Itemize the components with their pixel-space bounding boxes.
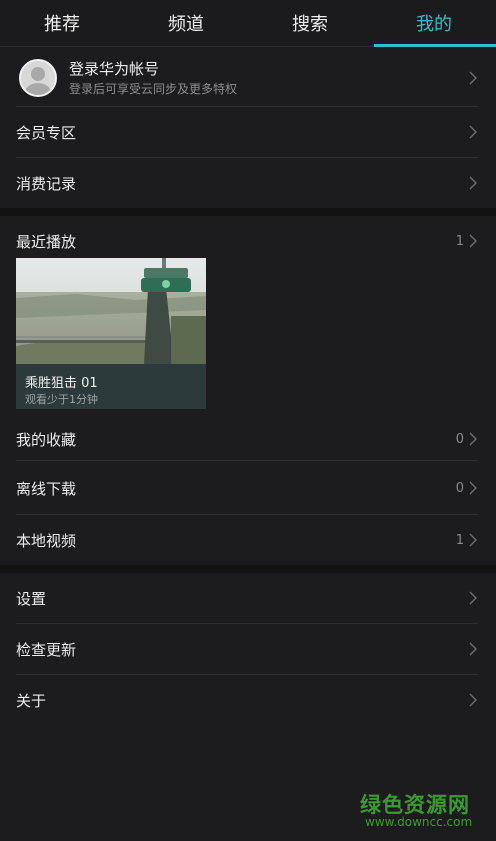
- member-zone-row[interactable]: 会员专区: [16, 116, 478, 148]
- chevron-right-icon: [468, 642, 478, 656]
- video-thumbnail: [16, 258, 206, 364]
- local-videos-label: 本地视频: [16, 531, 77, 550]
- tab-mine[interactable]: 我的: [372, 0, 496, 46]
- recent-play-row[interactable]: 最近播放 1: [16, 225, 478, 257]
- offline-downloads-count: 0: [455, 480, 464, 496]
- watermark-url: www.downcc.com: [365, 815, 473, 829]
- tab-channels[interactable]: 频道: [124, 0, 248, 46]
- divider: [16, 106, 478, 107]
- chevron-right-icon: [468, 71, 478, 85]
- account-login-row[interactable]: 登录华为帐号 登录后可享受云同步及更多特权: [16, 56, 478, 100]
- chevron-right-icon: [468, 234, 478, 248]
- about-row[interactable]: 关于: [16, 684, 478, 716]
- about-label: 关于: [16, 691, 47, 710]
- chevron-right-icon: [468, 432, 478, 446]
- member-zone-label: 会员专区: [16, 123, 77, 142]
- favorites-row[interactable]: 我的收藏 0: [16, 423, 478, 455]
- top-tab-bar: 推荐 频道 搜索 我的: [0, 0, 496, 47]
- video-watch-progress: 观看少于1分钟: [25, 393, 98, 406]
- account-title: 登录华为帐号: [69, 59, 160, 78]
- recent-play-label: 最近播放: [16, 232, 77, 251]
- local-videos-row[interactable]: 本地视频 1: [16, 524, 478, 556]
- section-gap: [0, 208, 496, 216]
- active-tab-indicator: [374, 44, 496, 47]
- purchase-history-row[interactable]: 消费记录: [16, 167, 478, 199]
- chevron-right-icon: [468, 533, 478, 547]
- divider: [16, 157, 478, 158]
- divider: [16, 460, 478, 461]
- chevron-right-icon: [468, 693, 478, 707]
- purchase-history-label: 消费记录: [16, 174, 77, 193]
- avatar-icon: [19, 59, 57, 97]
- video-title: 乘胜狙击 01: [25, 376, 98, 391]
- section-gap: [0, 565, 496, 573]
- tab-recommend[interactable]: 推荐: [0, 0, 124, 46]
- chevron-right-icon: [468, 176, 478, 190]
- tab-search[interactable]: 搜索: [248, 0, 372, 46]
- recent-play-count: 1: [455, 233, 464, 249]
- settings-label: 设置: [16, 589, 47, 608]
- offline-downloads-row[interactable]: 离线下载 0: [16, 472, 478, 504]
- offline-downloads-label: 离线下载: [16, 479, 77, 498]
- favorites-count: 0: [455, 431, 464, 447]
- account-subtitle: 登录后可享受云同步及更多特权: [69, 81, 238, 96]
- divider: [16, 623, 478, 624]
- video-info: 乘胜狙击 01 观看少于1分钟: [16, 364, 206, 409]
- local-videos-count: 1: [455, 532, 464, 548]
- chevron-right-icon: [468, 125, 478, 139]
- check-update-label: 检查更新: [16, 640, 77, 659]
- recent-video-card[interactable]: 乘胜狙击 01 观看少于1分钟: [16, 258, 206, 409]
- chevron-right-icon: [468, 481, 478, 495]
- divider: [16, 674, 478, 675]
- chevron-right-icon: [468, 591, 478, 605]
- divider: [16, 514, 478, 515]
- favorites-label: 我的收藏: [16, 430, 77, 449]
- check-update-row[interactable]: 检查更新: [16, 633, 478, 665]
- settings-row[interactable]: 设置: [16, 582, 478, 614]
